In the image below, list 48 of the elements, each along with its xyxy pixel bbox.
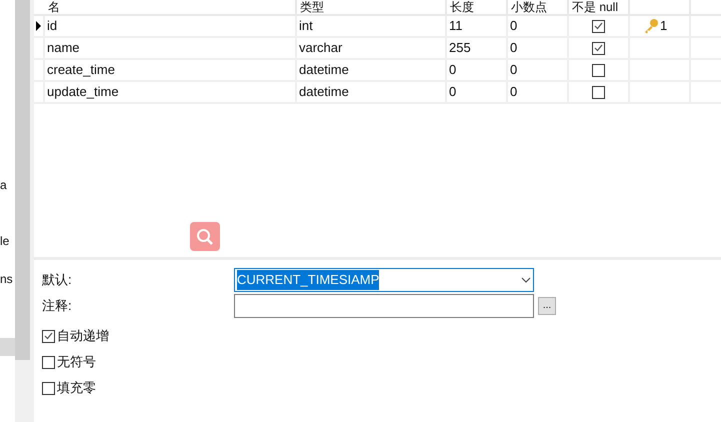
- table-cell-text: 0: [510, 61, 518, 80]
- table-cell-text: varchar: [299, 39, 342, 58]
- column-header[interactable]: 类型: [300, 1, 324, 14]
- table-cell-text: update_time: [47, 83, 119, 102]
- table-cell-text: 0: [510, 17, 518, 36]
- option-label: 填充零: [57, 379, 96, 398]
- field-label: 默认:: [42, 271, 73, 290]
- sidebar-item[interactable]: a: [0, 176, 15, 194]
- checkbox[interactable]: [592, 64, 605, 76]
- table-cell-text: 11: [449, 17, 462, 36]
- table-cell-text: 0: [510, 39, 518, 58]
- table-cell-text: datetime: [299, 61, 349, 80]
- option-label: 无符号: [57, 353, 96, 372]
- comment-field[interactable]: [234, 294, 534, 318]
- table-cell-text: int: [299, 17, 313, 36]
- search-icon: [196, 228, 214, 246]
- chevron-down-icon: [521, 277, 531, 283]
- column-header[interactable]: 小数点: [511, 1, 547, 14]
- column-header[interactable]: 名: [48, 1, 60, 14]
- table-cell-text: 0: [510, 83, 518, 102]
- default-dropdown[interactable]: CURRENT_TIMESIAMP: [234, 268, 534, 292]
- option-label: 自动递增: [57, 327, 109, 346]
- column-header[interactable]: 长度: [450, 1, 474, 14]
- key-order: 1: [660, 17, 668, 36]
- checkbox[interactable]: [42, 356, 55, 368]
- scrollbar-thumb[interactable]: [15, 0, 30, 360]
- table-cell-text: create_time: [47, 61, 115, 80]
- table-cell-text: 255: [449, 39, 471, 58]
- check-icon: [594, 44, 603, 52]
- dropdown-value: CURRENT_TIMESIAMP: [237, 270, 380, 290]
- checkbox[interactable]: [42, 382, 55, 394]
- check-icon: [594, 22, 603, 30]
- more-button[interactable]: ...: [538, 297, 556, 315]
- checkbox[interactable]: [592, 42, 605, 54]
- checkbox[interactable]: [592, 86, 605, 98]
- table-cell-text: name: [47, 39, 80, 58]
- sidebar-item[interactable]: le: [0, 232, 15, 250]
- column-header[interactable]: 不是 null: [572, 1, 618, 14]
- field-label: 注释:: [42, 297, 73, 316]
- key-icon: [643, 18, 659, 34]
- table-cell-text: 0: [449, 61, 456, 80]
- check-icon: [44, 332, 53, 340]
- checkbox[interactable]: [42, 330, 55, 342]
- table-cell-text: datetime: [299, 83, 349, 102]
- table-cell-text: id: [47, 17, 58, 36]
- sidebar-item[interactable]: ns: [0, 270, 15, 288]
- checkbox[interactable]: [592, 20, 605, 32]
- table-cell-text: 0: [449, 83, 456, 102]
